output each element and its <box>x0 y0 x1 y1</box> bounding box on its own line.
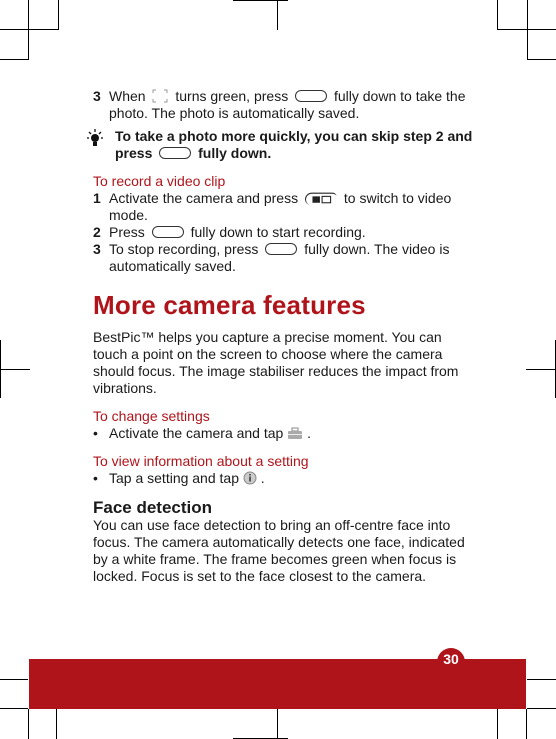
step-number: 1 <box>93 190 101 206</box>
bullet-text: . <box>307 425 311 441</box>
page-number-badge: 30 <box>437 648 465 670</box>
video-step-1: 1 Activate the camera and press to switc… <box>93 190 473 224</box>
bullet-text: . <box>260 470 265 486</box>
tip-note: To take a photo more quickly, you can sk… <box>87 128 473 162</box>
step-number: 2 <box>93 224 101 240</box>
crop-mark <box>497 0 498 30</box>
step-text: When <box>109 88 146 104</box>
page-content: 3 When turns green, press fully down to … <box>87 88 473 585</box>
crop-mark <box>0 59 28 60</box>
change-settings-bullet: Activate the camera and tap . <box>93 425 473 442</box>
crop-mark <box>0 29 58 30</box>
view-info-bullet: Tap a setting and tap . <box>93 470 473 487</box>
camera-key-icon <box>159 147 192 160</box>
crop-mark <box>527 0 528 60</box>
crop-mark <box>28 0 29 60</box>
crop-mark <box>277 709 278 739</box>
video-step-3: 3 To stop recording, press fully down. T… <box>93 241 473 275</box>
crop-mark <box>0 679 28 680</box>
crop-mark <box>527 59 556 60</box>
face-detection-title: Face detection <box>93 498 213 517</box>
lightbulb-icon <box>87 129 103 146</box>
step-text: Activate the camera and press <box>109 190 299 206</box>
camera-key-icon <box>265 243 298 256</box>
camera-key-icon <box>295 90 328 103</box>
crop-mark <box>58 0 59 30</box>
settings-toolbox-icon <box>288 427 303 439</box>
step-number: 3 <box>93 88 101 104</box>
crop-mark <box>526 369 556 370</box>
camera-video-switch-icon <box>305 191 337 205</box>
crop-mark <box>497 709 498 739</box>
crop-mark <box>0 708 28 709</box>
view-info-heading: To view information about a setting <box>93 453 309 469</box>
photo-step-3: 3 When turns green, press fully down to … <box>93 88 473 122</box>
video-step-2: 2 Press fully down to start recording. <box>93 224 473 241</box>
step-text: fully down to start recording. <box>190 224 366 240</box>
crop-mark <box>233 0 288 1</box>
crop-mark <box>526 709 527 739</box>
section-title: More camera features <box>93 290 366 320</box>
crop-mark <box>277 0 278 30</box>
step-text: Press <box>109 224 145 240</box>
section-intro: BestPic™ helps you capture a precise mom… <box>93 329 459 396</box>
camera-key-icon <box>151 226 184 239</box>
record-video-heading: To record a video clip <box>93 173 226 189</box>
bullet-text: Activate the camera and tap <box>109 425 284 441</box>
step-number: 3 <box>93 241 101 257</box>
face-detection-body: You can use face detection to bring an o… <box>93 517 465 584</box>
change-settings-heading: To change settings <box>93 408 210 424</box>
crop-mark <box>527 679 556 680</box>
step-text: To stop recording, press <box>109 241 259 257</box>
bullet-text: Tap a setting and tap <box>109 470 239 486</box>
step-text: turns green, press <box>175 88 289 104</box>
crop-mark <box>0 369 30 370</box>
tip-text: fully down. <box>198 145 272 161</box>
crop-mark <box>527 708 556 709</box>
info-icon <box>243 471 257 485</box>
focus-frame-icon <box>152 89 168 103</box>
crop-mark <box>28 709 29 739</box>
crop-mark <box>497 29 556 30</box>
crop-mark <box>56 709 57 739</box>
